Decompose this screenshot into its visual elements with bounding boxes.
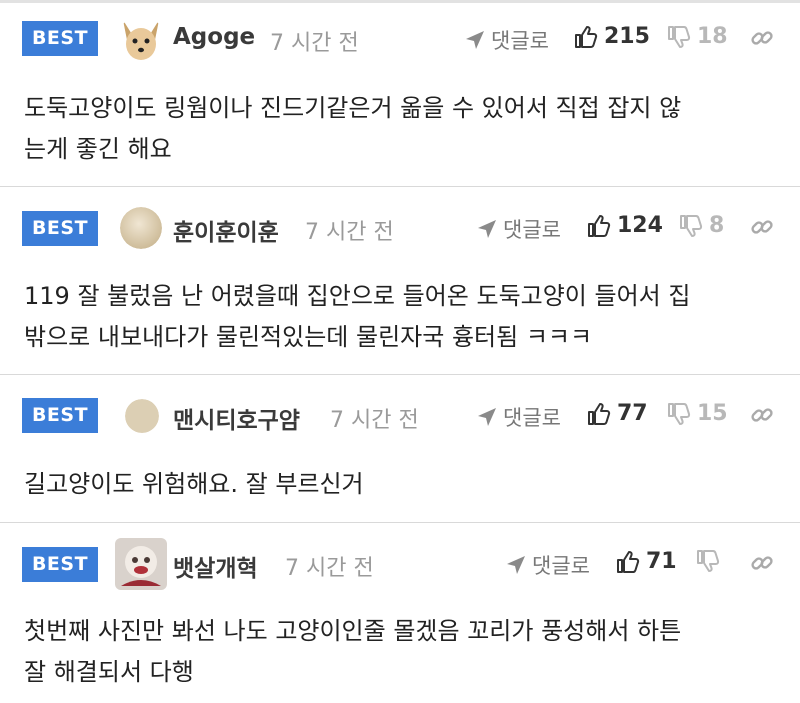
comment-body: 길고양이도 위험해요. 잘 부르신거	[24, 464, 774, 505]
reply-label: 댓글로	[491, 29, 549, 53]
avatar[interactable]	[117, 16, 165, 64]
best-badge: BEST	[22, 211, 98, 246]
comment-line: 밖으로 내보내다가 물린적있는데 물린자국 흉터됨 ㅋㅋㅋ	[24, 323, 593, 351]
like-button[interactable]: 71	[616, 549, 677, 574]
link-icon[interactable]	[750, 26, 774, 50]
dislike-button[interactable]: 18	[667, 24, 728, 49]
like-button[interactable]: 124	[587, 213, 663, 238]
cursor-arrow-icon	[507, 556, 525, 574]
link-icon[interactable]	[750, 403, 774, 427]
thumbs-down-icon	[668, 25, 691, 48]
thumbs-up-icon	[575, 25, 598, 48]
like-button[interactable]: 215	[574, 24, 650, 49]
comment-meta: BEST 뱃살개혁 7 시간 전 댓글로 71	[0, 537, 800, 591]
thumbs-down-icon	[680, 214, 703, 237]
username[interactable]: 훈이훈이훈	[173, 213, 279, 247]
comment-line: 길고양이도 위험해요. 잘 부르신거	[24, 470, 364, 498]
avatar[interactable]	[125, 399, 159, 433]
cursor-arrow-icon	[478, 220, 496, 238]
thumbs-down-icon	[668, 402, 691, 425]
best-badge: BEST	[22, 547, 98, 582]
dislike-button[interactable]	[696, 549, 726, 573]
comment-item: BEST Agoge 7 시간 전 댓글로 215 18 도둑고양이도 링웜이나…	[0, 0, 800, 187]
comment-body: 도둑고양이도 링웜이나 진드기같은거 옮을 수 있어서 직접 잡지 않 는게 좋…	[24, 88, 774, 170]
best-badge: BEST	[22, 21, 98, 56]
like-count: 215	[604, 24, 650, 49]
username[interactable]: 뱃살개혁	[173, 549, 258, 583]
like-count: 71	[646, 549, 677, 574]
thumbs-down-icon	[697, 550, 720, 572]
reply-button[interactable]: 댓글로	[506, 550, 590, 580]
comment-meta: BEST 훈이훈이훈 7 시간 전 댓글로 124 8	[0, 201, 800, 255]
dislike-button[interactable]: 15	[667, 401, 728, 426]
link-icon[interactable]	[750, 551, 774, 575]
cursor-arrow-icon	[466, 31, 484, 49]
dislike-button[interactable]: 8	[679, 213, 724, 238]
comment-item: BEST 맨시티호구얌 7 시간 전 댓글로 77 15 길고양이도 위험해요.…	[0, 375, 800, 523]
comment-meta: BEST 맨시티호구얌 7 시간 전 댓글로 77 15	[0, 389, 800, 443]
reply-label: 댓글로	[532, 554, 590, 578]
comment-body: 첫번째 사진만 봐선 나도 고양이인줄 몰겠음 꼬리가 풍성해서 하튼 잘 해결…	[24, 611, 774, 693]
like-count: 77	[617, 401, 648, 426]
comment-line: 잘 해결되서 다행	[24, 658, 194, 686]
username[interactable]: 맨시티호구얌	[173, 401, 300, 435]
cursor-arrow-icon	[478, 408, 496, 426]
thumbs-up-icon	[617, 550, 640, 573]
best-badge: BEST	[22, 398, 98, 433]
comment-line: 첫번째 사진만 봐선 나도 고양이인줄 몰겠음 꼬리가 풍성해서 하튼	[24, 617, 682, 645]
dislike-count: 8	[709, 213, 725, 238]
thumbs-up-icon	[588, 214, 611, 237]
like-count: 124	[617, 213, 663, 238]
reply-button[interactable]: 댓글로	[477, 402, 561, 432]
avatar[interactable]	[120, 207, 162, 249]
timestamp: 7 시간 전	[270, 31, 359, 56]
like-button[interactable]: 77	[587, 401, 648, 426]
comment-item: BEST 훈이훈이훈 7 시간 전 댓글로 124 8 119 잘 불렀음 난 …	[0, 187, 800, 375]
username[interactable]: Agoge	[173, 24, 255, 50]
reply-button[interactable]: 댓글로	[465, 25, 549, 55]
reply-label: 댓글로	[503, 218, 561, 242]
reply-label: 댓글로	[503, 406, 561, 430]
comment-line: 도둑고양이도 링웜이나 진드기같은거 옮을 수 있어서 직접 잡지 않	[24, 94, 682, 122]
comment-line: 는게 좋긴 해요	[24, 135, 172, 163]
comment-item: BEST 뱃살개혁 7 시간 전 댓글로 71 첫번째 사진만 봐선 나도 고양…	[0, 523, 800, 703]
comment-line: 119 잘 불렀음 난 어렸을때 집안으로 들어온 도둑고양이 들어서 집	[24, 282, 691, 310]
timestamp: 7 시간 전	[285, 556, 374, 581]
thumbs-up-icon	[588, 402, 611, 425]
timestamp: 7 시간 전	[330, 408, 419, 433]
comment-body: 119 잘 불렀음 난 어렸을때 집안으로 들어온 도둑고양이 들어서 집 밖으…	[24, 276, 774, 358]
timestamp: 7 시간 전	[305, 220, 394, 245]
reply-button[interactable]: 댓글로	[477, 214, 561, 244]
comment-meta: BEST Agoge 7 시간 전 댓글로 215 18	[0, 13, 800, 67]
dislike-count: 18	[697, 24, 728, 49]
link-icon[interactable]	[750, 215, 774, 239]
avatar[interactable]	[115, 538, 167, 590]
dislike-count: 15	[697, 401, 728, 426]
